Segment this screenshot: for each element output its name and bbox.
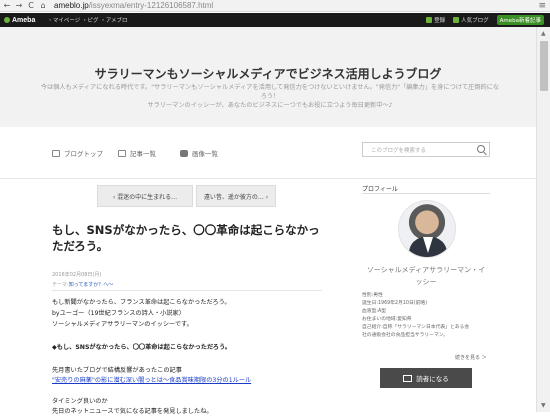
ameba-news-badge[interactable]: Ameba新着記事 bbox=[496, 15, 544, 25]
search-placeholder: このブログを検索する bbox=[371, 148, 427, 154]
register-label: 登録 bbox=[434, 18, 446, 24]
blog-title[interactable]: サラリーマンもソーシャルメディアでビジネス活用しようブログ bbox=[0, 65, 536, 82]
next-entry-label: 遠い昔、遥か彼方の… › bbox=[203, 193, 269, 201]
article-paragraph: 先月書いたブログで結構反響があったこの記事 bbox=[52, 367, 182, 374]
article-theme: テーマ:知ってますか？へ〜 bbox=[52, 281, 113, 288]
register-icon bbox=[426, 17, 433, 23]
book-icon bbox=[403, 374, 413, 382]
profile-name-line2: ッシー bbox=[415, 278, 437, 286]
prev-entry-button[interactable]: ‹ 混迷の中に生まれる… bbox=[97, 185, 193, 207]
article-paragraph: ソーシャルメディアサラリーマンのイッシーです。 bbox=[52, 321, 193, 328]
blog-icon bbox=[453, 17, 460, 23]
next-entry-button[interactable]: 遠い昔、遥か彼方の… › bbox=[196, 185, 276, 207]
reader-button-label: 読者になる bbox=[416, 375, 449, 383]
profile-name-line1: ソーシャルメディアサラリーマン・イ bbox=[366, 266, 486, 274]
forward-arrow-icon[interactable]: → bbox=[14, 1, 24, 11]
search-icon[interactable] bbox=[477, 145, 485, 153]
browser-menu-icon[interactable]: ≡ bbox=[538, 1, 546, 11]
ameba-logo-icon bbox=[4, 16, 10, 23]
profile-birthday: 誕生日:1969年2月10日(前略) bbox=[362, 301, 428, 306]
home-grid-icon bbox=[52, 149, 60, 157]
address-bar[interactable]: ameblo.jp/issyexma/entry-12126106587.htm… bbox=[54, 1, 213, 10]
nav-entry-list-label: 記事一覧 bbox=[130, 150, 156, 158]
profile-intro-line1: 自己紹介:自称「サラリーマン日本代表」とある会 bbox=[362, 325, 470, 330]
profile-avatar[interactable] bbox=[398, 200, 456, 258]
blog-nav: ブログトップ 記事一覧 画像一覧 このブログを検索する bbox=[0, 127, 536, 179]
profile-blood-type: 血液型:A型 bbox=[362, 309, 387, 314]
page-scrollbar[interactable]: ▲ ▼ bbox=[536, 27, 550, 412]
popular-blog-label: 人気ブログ bbox=[461, 18, 489, 24]
profile-heading: プロフィール bbox=[362, 186, 398, 193]
ameba-logo-text: Ameba bbox=[12, 16, 36, 24]
list-icon bbox=[118, 149, 126, 157]
reload-icon[interactable]: C bbox=[26, 1, 36, 11]
back-arrow-icon[interactable]: ← bbox=[2, 1, 12, 11]
profile-name[interactable]: ソーシャルメディアサラリーマン・イ ッシー bbox=[362, 264, 490, 288]
nav-image-list-label: 画像一覧 bbox=[192, 150, 218, 158]
scroll-up-arrow-icon[interactable]: ▲ bbox=[541, 30, 546, 37]
profile-residence: お住まいの地域:愛知県 bbox=[362, 317, 412, 322]
article-title[interactable]: もし、SNSがなかったら、〇〇革命は起こらなかっただろう。 bbox=[52, 222, 322, 254]
ameba-nav-links[interactable]: ・マイページ ・ピグ ・アメブロ bbox=[47, 16, 127, 24]
ameba-header-bar: Ameba ・マイページ ・ピグ ・アメブロ 登録 人気ブログ Ameba新着記… bbox=[0, 13, 550, 27]
blog-header: サラリーマンもソーシャルメディアでビジネス活用しようブログ 今は個人もメディアに… bbox=[0, 27, 536, 127]
prev-entry-label: ‹ 混迷の中に生まれる… bbox=[112, 193, 178, 201]
nav-image-list[interactable]: 画像一覧 bbox=[180, 148, 218, 158]
article-paragraph: byユーゴー（19世紀フランスの詩人・小説家） bbox=[52, 310, 185, 317]
popular-blog-link[interactable]: 人気ブログ bbox=[453, 16, 489, 24]
url-host: ameblo.jp bbox=[54, 1, 89, 10]
profile-divider bbox=[362, 193, 490, 194]
nav-blog-top-label: ブログトップ bbox=[64, 150, 103, 158]
browser-toolbar: ← → C ⌂ ameblo.jp/issyexma/entry-1212610… bbox=[0, 0, 550, 12]
blog-search-input[interactable]: このブログを検索する bbox=[362, 142, 490, 157]
blog-description-line2: サラリーマンのイッシーが、あなたのビジネスに一つでもお役に立つよう毎日更新中〜♪ bbox=[147, 102, 393, 109]
scrollbar-thumb[interactable] bbox=[540, 41, 548, 91]
article-divider bbox=[52, 290, 322, 291]
theme-link[interactable]: 知ってますか？へ〜 bbox=[69, 282, 114, 288]
profile-more-link[interactable]: 続きを見る ＞ bbox=[455, 354, 487, 361]
blog-description-line1: 今は個人もメディアになれる時代です。"サラリーマンもソーシャルメディアを活用して… bbox=[40, 84, 500, 100]
nav-entry-list[interactable]: 記事一覧 bbox=[118, 148, 156, 158]
url-path: /issyexma/entry-12126106587.html bbox=[88, 1, 214, 10]
scroll-down-arrow-icon[interactable]: ▼ bbox=[541, 402, 546, 409]
article-paragraph: タイミング良いのか bbox=[52, 398, 108, 405]
profile-intro-line2: 社の通販会社の食品担当サラリーマン。 bbox=[362, 333, 449, 338]
article-link[interactable]: "安売りの麻薬"の影に潜む深い闇っとは〜食品賞味期限の3分の1ルール bbox=[52, 376, 332, 385]
become-reader-button[interactable]: 読者になる bbox=[380, 368, 472, 388]
register-link[interactable]: 登録 bbox=[426, 16, 445, 24]
article-paragraph: もし新聞がなかったら、フランス革命は起こらなかっただろう。 bbox=[52, 299, 231, 306]
ameba-logo[interactable]: Ameba bbox=[4, 16, 36, 24]
home-icon[interactable]: ⌂ bbox=[38, 1, 48, 11]
profile-gender: 性別:男性 bbox=[362, 293, 383, 298]
ameba-right-links: 登録 人気ブログ Ameba新着記事 bbox=[426, 15, 544, 25]
nav-blog-top[interactable]: ブログトップ bbox=[52, 148, 103, 158]
blog-description: 今は個人もメディアになれる時代です。"サラリーマンもソーシャルメディアを活用して… bbox=[40, 83, 500, 110]
camera-icon bbox=[180, 149, 188, 157]
article-date: 2016年02月08日(月) bbox=[52, 272, 102, 278]
article-heading: ◆もし、SNSがなかったら、〇〇革命は起こらなかっただろう。 bbox=[52, 344, 231, 351]
theme-label: テーマ: bbox=[52, 282, 69, 288]
